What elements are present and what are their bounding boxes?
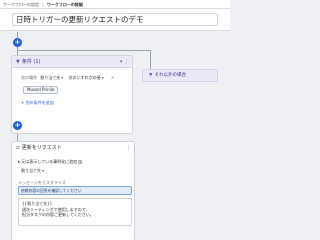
add-condition-link[interactable]: + 別の条件を追加 (21, 100, 54, 106)
breadcrumb: ワークフローの設定 | ワークフローの詳細 (0, 0, 230, 9)
otherwise-card[interactable]: ▼ それ以外の場合 (142, 69, 218, 82)
branch-line (17, 50, 150, 51)
condition-value-chip[interactable]: Mussel Prinile (23, 86, 59, 94)
add-step-icon[interactable]: + (13, 38, 22, 47)
toggle-row[interactable]: ▸ 元は表示している事例化に追加 i (18, 159, 83, 165)
add-step-icon[interactable]: + (13, 121, 22, 130)
info-icon[interactable]: i (78, 160, 83, 164)
message-body-line: 担当タスクの内容ご更新してください。 (22, 212, 94, 217)
recipient-select[interactable]: 割り当て先▾ (21, 168, 44, 174)
toggle-icon[interactable]: ▸ (18, 159, 20, 164)
condition-card[interactable]: ▼ 条件 (1) ▾ ⋮ 次の場合 割り当て先▾ 次のいずれかの値▾ ✕ Muss… (11, 55, 133, 134)
chevron-down-icon: ▾ (61, 75, 64, 80)
breadcrumb-current: ワークフローの詳細 (46, 2, 83, 7)
message-body-textarea[interactable]: {{割り当て先}} 週次ミーティングで使用しますので、 担当タスクの内容ご更新し… (18, 198, 132, 226)
title-bar: 日時トリガーの更新リクエストのデモ (0, 9, 230, 31)
filter-icon: ▼ (149, 73, 153, 78)
condition-header: ▼ 条件 (1) ▾ ⋮ (12, 56, 132, 68)
workflow-canvas: + ▼ 条件 (1) ▾ ⋮ 次の場合 割り当て先▾ 次のいずれかの値▾ ✕ Mu… (0, 32, 230, 240)
action-card[interactable]: ⇄ 更新をリクエスト ⋮ ▸ 元は表示している事例化に追加 i 割り当て先▾ メッ… (11, 141, 135, 240)
more-menu-icon[interactable]: ⋮ (126, 142, 131, 154)
condition-operator-select[interactable]: 次のいずれかの値▾ (69, 73, 104, 82)
connector-line (17, 134, 18, 141)
condition-menu-icon[interactable]: ▾ ⋮ (120, 56, 129, 68)
toggle-label: 元は表示している事例化に追加 (21, 159, 78, 164)
message-subject-input[interactable]: 依頼内容の回答を確認してください (18, 186, 132, 195)
chevron-down-icon: ▾ (101, 75, 104, 80)
page-title-input[interactable]: 日時トリガーの更新リクエストのデモ (12, 13, 218, 26)
branch-line (150, 50, 151, 69)
remove-condition-icon[interactable]: ✕ (111, 75, 114, 80)
chevron-down-icon: ▾ (42, 168, 45, 173)
otherwise-title: それ以外の場合 (154, 73, 186, 78)
condition-field-select[interactable]: 割り当て先▾ (40, 73, 63, 82)
breadcrumb-parent[interactable]: ワークフローの設定 (3, 2, 39, 7)
condition-row: 次の場合 割り当て先▾ 次のいずれかの値▾ ✕ (21, 73, 114, 82)
condition-row-label: 次の場合 (21, 75, 37, 80)
action-header: ⇄ 更新をリクエスト ⋮ (12, 142, 134, 154)
filter-icon: ▼ (16, 59, 20, 65)
action-title: 更新をリクエスト (21, 145, 62, 151)
request-update-icon: ⇄ (16, 146, 20, 151)
condition-title: 条件 (1) (21, 59, 41, 65)
breadcrumb-separator: | (42, 2, 44, 7)
